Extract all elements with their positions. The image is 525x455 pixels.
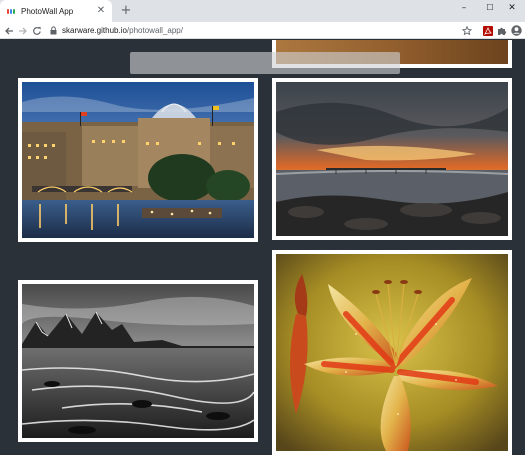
browser-toolbar: skarware.github.io/photowall_app/	[0, 22, 525, 39]
photo-card-lily[interactable]	[272, 250, 512, 455]
tab-title: PhotoWall App	[21, 6, 74, 16]
pdf-extension-icon[interactable]	[481, 24, 494, 37]
address-bar[interactable]: skarware.github.io/photowall_app/	[44, 23, 469, 38]
profile-avatar-icon[interactable]	[510, 24, 523, 37]
tab-strip: PhotoWall App ✕ + – ☐ ✕	[0, 0, 525, 22]
photo-card-sunset[interactable]	[272, 78, 512, 240]
image-icon	[22, 284, 254, 438]
forward-arrow-icon[interactable]	[15, 22, 30, 39]
image-icon	[22, 82, 254, 238]
lock-icon[interactable]	[50, 26, 57, 35]
url-host: skarware.github.io	[62, 26, 127, 35]
close-tab-icon[interactable]: ✕	[95, 5, 107, 17]
image-icon	[276, 254, 508, 451]
minimize-window-button[interactable]: –	[452, 0, 476, 16]
photo-card-mountains[interactable]	[18, 280, 258, 442]
new-tab-icon[interactable]: +	[118, 3, 134, 19]
image-icon	[276, 82, 508, 236]
photo-card-city[interactable]	[18, 78, 258, 242]
app-favicon-icon	[7, 7, 16, 16]
url-path: /photowall_app/	[126, 26, 183, 35]
bookmark-star-icon[interactable]	[460, 24, 473, 37]
maximize-window-button[interactable]: ☐	[478, 0, 502, 16]
reload-icon[interactable]	[29, 22, 44, 39]
close-window-button[interactable]: ✕	[500, 0, 524, 16]
search-input[interactable]: Search for images on Flickr	[130, 52, 400, 74]
browser-tab[interactable]: PhotoWall App ✕	[0, 0, 112, 22]
extensions-puzzle-icon[interactable]	[495, 24, 508, 37]
photo-wall: Search for images on Flickr	[0, 40, 525, 455]
back-arrow-icon[interactable]	[1, 22, 16, 39]
search-placeholder: Search for images on Flickr	[138, 57, 272, 69]
